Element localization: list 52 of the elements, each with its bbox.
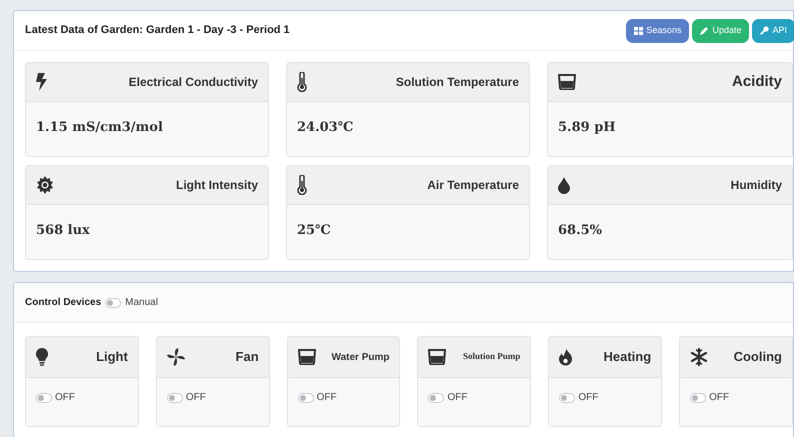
- sensor-label: Electrical Conductivity: [128, 74, 258, 91]
- thermometer-icon: [297, 72, 307, 92]
- pencil-icon: [700, 26, 710, 35]
- toggle-switch[interactable]: [690, 392, 706, 402]
- device-label: Cooling: [734, 348, 782, 366]
- sensor-value: 1.15 mS/cm3/mol: [36, 120, 163, 135]
- panel-title: Control Devices: [25, 296, 102, 310]
- cup-icon: [298, 349, 316, 365]
- sensor-label: Humidity: [730, 177, 782, 194]
- sensor-value: 568 lux: [36, 223, 90, 238]
- fan-icon: [166, 348, 185, 366]
- sensor-value: 24.03℃: [297, 120, 354, 135]
- toggle-switch[interactable]: [428, 392, 444, 402]
- device-state: OFF: [316, 391, 337, 405]
- lightning-icon: [36, 73, 47, 91]
- sensor-label: Acidity: [732, 72, 782, 92]
- toggle-switch[interactable]: [105, 298, 122, 308]
- flame-icon: [559, 348, 572, 366]
- seasons-button[interactable]: Seasons: [626, 18, 690, 42]
- cup-icon: [428, 349, 446, 365]
- sensor-value: 68.5%: [558, 223, 602, 238]
- device-label: Heating: [603, 348, 652, 366]
- sensor-value: 25℃: [297, 223, 331, 238]
- cup-icon: [558, 74, 576, 90]
- device-label: Light: [96, 348, 128, 366]
- toggle-switch[interactable]: [36, 392, 52, 402]
- droplet-icon: [558, 176, 570, 194]
- device-state: OFF: [55, 391, 75, 405]
- sensor-label: Solution Temperature: [396, 74, 519, 91]
- thermometer-icon: [297, 175, 307, 195]
- panel-title: Latest Data of Garden: Garden 1 - Day -3 - Period 1: [25, 23, 290, 38]
- device-state: OFF: [709, 391, 730, 405]
- wrench-icon: [760, 26, 770, 35]
- update-button[interactable]: Update: [692, 18, 750, 42]
- sun-icon: [36, 176, 54, 194]
- grid-icon: [634, 26, 644, 34]
- sensor-label: Light Intensity: [176, 177, 258, 194]
- toggle-switch[interactable]: [559, 392, 576, 402]
- toggle-switch[interactable]: [298, 392, 314, 402]
- device-state: OFF: [186, 391, 206, 405]
- sensor-label: Air Temperature: [427, 177, 519, 194]
- device-state: OFF: [578, 391, 598, 405]
- lightbulb-icon: [36, 348, 48, 366]
- sensor-value: 5.89 pH: [558, 120, 616, 135]
- api-button[interactable]: API: [752, 18, 794, 42]
- device-state: OFF: [447, 391, 468, 405]
- snowflake-icon: [690, 348, 708, 366]
- toggle-switch[interactable]: [166, 392, 183, 402]
- device-label: Water Pump: [332, 350, 390, 364]
- manual-label: Manual: [125, 296, 158, 310]
- device-label: Fan: [236, 348, 259, 366]
- device-label: Solution Pump: [463, 350, 520, 364]
